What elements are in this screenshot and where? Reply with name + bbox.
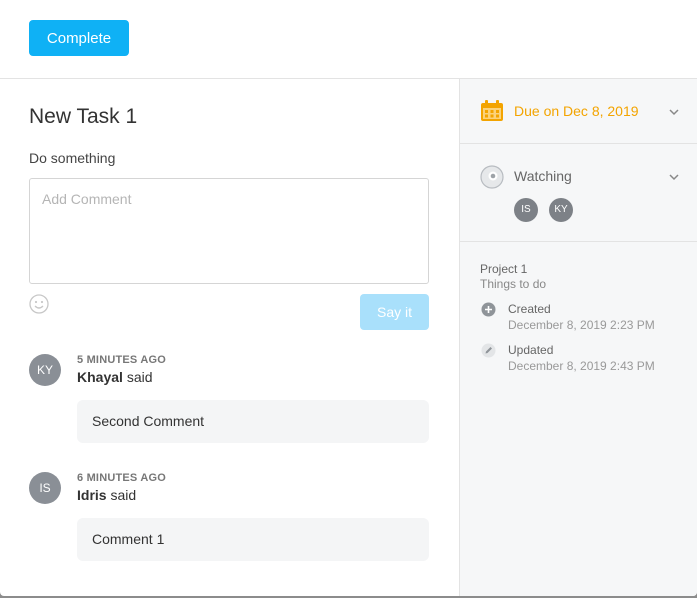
complete-button[interactable]: Complete bbox=[29, 20, 129, 56]
task-modal: Complete New Task 1 Do something Say it … bbox=[0, 0, 697, 596]
due-date-section[interactable]: Due on Dec 8, 2019 bbox=[460, 79, 697, 144]
comment-verb: said bbox=[110, 487, 137, 503]
watcher-avatar[interactable]: KY bbox=[549, 198, 573, 222]
emoji-picker-icon[interactable] bbox=[29, 294, 49, 314]
comment-author: Khayal bbox=[77, 369, 123, 385]
watching-section: Watching IS KY bbox=[460, 144, 697, 242]
task-main-panel: New Task 1 Do something Say it KY 5 MINU… bbox=[0, 79, 460, 596]
comment-body: Second Comment bbox=[77, 400, 429, 443]
comment-time: 6 MINUTES AGO bbox=[77, 472, 166, 484]
comment-input[interactable] bbox=[29, 178, 429, 284]
watching-label[interactable]: Watching bbox=[514, 168, 572, 184]
task-title[interactable]: New Task 1 bbox=[29, 105, 137, 129]
due-date-label[interactable]: Due on Dec 8, 2019 bbox=[514, 103, 639, 119]
plus-circle-icon bbox=[481, 302, 496, 317]
say-it-button[interactable]: Say it bbox=[360, 294, 429, 330]
created-label: Created bbox=[508, 302, 551, 316]
updated-date: December 8, 2019 2:43 PM bbox=[508, 359, 655, 373]
project-name[interactable]: Project 1 bbox=[480, 262, 527, 276]
avatar[interactable]: KY bbox=[29, 354, 61, 386]
comment-verb: said bbox=[126, 369, 153, 385]
comment-time: 5 MINUTES AGO bbox=[77, 354, 166, 366]
pencil-icon bbox=[481, 343, 496, 358]
list-name[interactable]: Things to do bbox=[480, 277, 546, 291]
task-sidebar: Due on Dec 8, 2019 Watching IS KY Projec… bbox=[459, 79, 697, 596]
comment-body: Comment 1 bbox=[77, 518, 429, 561]
updated-label: Updated bbox=[508, 343, 554, 357]
comment-author-line: Khayal said bbox=[77, 369, 153, 385]
created-date: December 8, 2019 2:23 PM bbox=[508, 318, 655, 332]
chevron-down-icon[interactable] bbox=[668, 171, 680, 183]
modal-header: Complete bbox=[0, 0, 697, 79]
avatar[interactable]: IS bbox=[29, 472, 61, 504]
eye-icon bbox=[480, 165, 504, 189]
calendar-icon bbox=[481, 100, 503, 121]
watcher-avatar[interactable]: IS bbox=[514, 198, 538, 222]
task-description[interactable]: Do something bbox=[29, 150, 115, 166]
chevron-down-icon[interactable] bbox=[668, 106, 680, 118]
comment-author-line: Idris said bbox=[77, 487, 136, 503]
comment-author: Idris bbox=[77, 487, 107, 503]
